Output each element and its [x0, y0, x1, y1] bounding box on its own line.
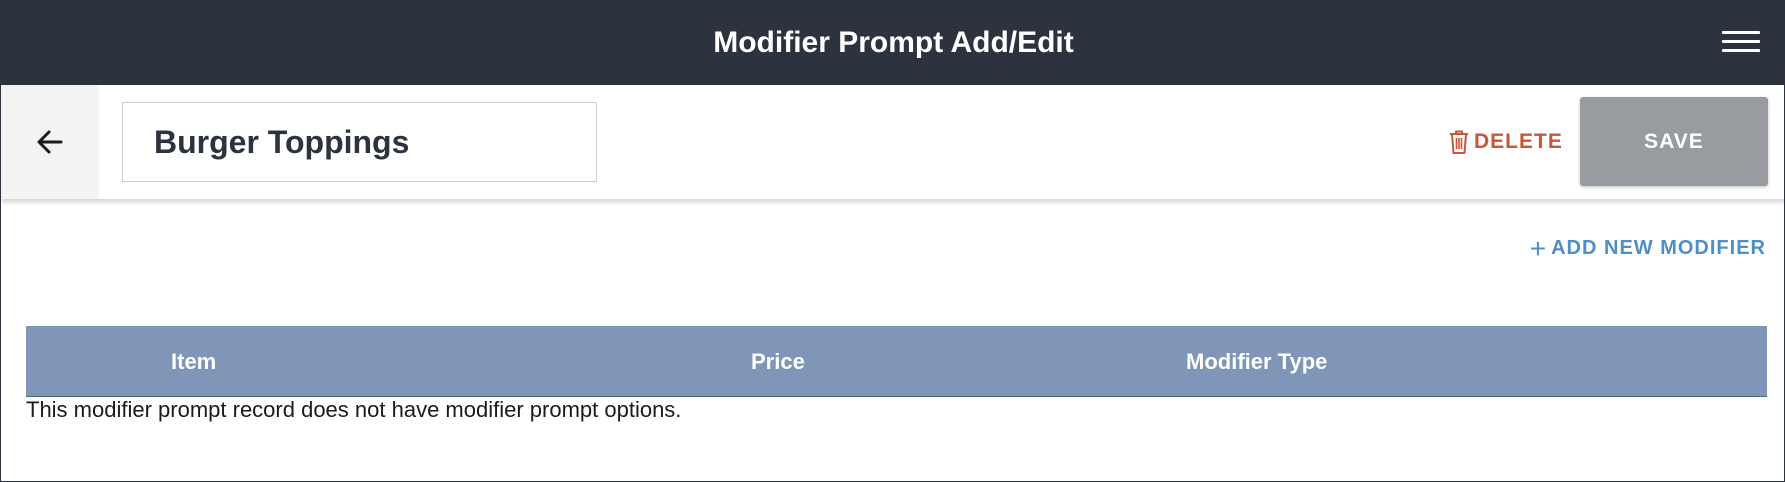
add-new-modifier-button[interactable]: + ADD NEW MODIFIER: [1529, 232, 1766, 264]
column-header-modifier-type: Modifier Type: [1186, 349, 1328, 374]
plus-icon: +: [1529, 232, 1548, 264]
page-title: Modifier Prompt Add/Edit: [713, 26, 1074, 59]
add-new-modifier-label: ADD NEW MODIFIER: [1551, 237, 1766, 259]
empty-table-message: This modifier prompt record does not hav…: [26, 397, 682, 422]
column-header-price: Price: [751, 349, 805, 374]
back-button[interactable]: [1, 85, 99, 199]
modifier-prompt-name-input[interactable]: [122, 102, 597, 182]
column-header-item: Item: [171, 349, 217, 374]
menu-line: [1722, 40, 1760, 43]
app-frame: Modifier Prompt Add/Edit DELETE SAVE + A…: [0, 0, 1785, 482]
delete-button[interactable]: DELETE: [1448, 85, 1563, 199]
edit-toolbar: DELETE SAVE: [1, 85, 1784, 199]
hamburger-menu-icon[interactable]: [1722, 27, 1760, 57]
menu-line: [1722, 49, 1760, 52]
delete-label: DELETE: [1474, 130, 1563, 153]
menu-line: [1722, 31, 1760, 34]
trash-icon: [1450, 130, 1468, 154]
modifier-table-header: Item Price Modifier Type: [26, 326, 1767, 397]
arrow-left-icon: [37, 130, 63, 154]
save-button[interactable]: SAVE: [1580, 97, 1768, 186]
top-header-bar: Modifier Prompt Add/Edit: [1, 1, 1784, 85]
